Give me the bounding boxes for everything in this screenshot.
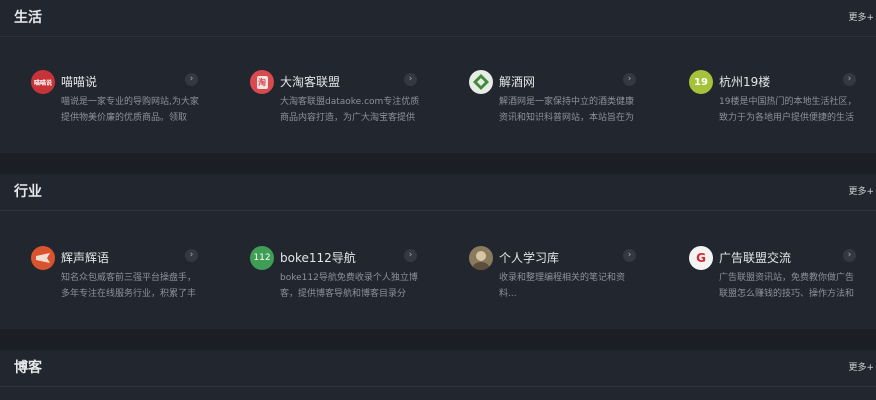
site-card[interactable]: 辉声辉语 › 知名众包威客前三强平台操盘手，多年专注在线服务行业，积累了丰富..… [31,246,203,316]
chevron-right-icon[interactable]: › [404,73,417,86]
site-description: 大淘客联盟dataoke.com专注优质商品内容打造，为广大淘宝客提供精... [280,97,420,123]
19lou-logo: 19 [689,70,713,94]
chevron-right-icon[interactable]: › [623,249,636,262]
huisheng-logo [31,246,55,270]
more-link[interactable]: 更多+ [848,184,874,197]
chevron-right-icon[interactable]: › [623,73,636,86]
site-name: 杭州19楼 [719,75,771,89]
section-title: 生活 [14,10,42,26]
divider [0,210,876,211]
site-description: 喵说是一家专业的导购网站,为大家提供物美价廉的优质商品。领取优... [61,97,199,123]
site-card[interactable]: 解酒网 › 解酒网是一家保持中立的酒类健康资讯和知识科普网站，本站旨在为大... [469,70,641,140]
site-description: 19楼是中国热门的本地生活社区，致力于为各地用户提供便捷的生活交... [719,97,857,123]
dataoke-logo: 淘 [250,70,274,94]
section-title: 行业 [14,184,42,200]
site-description: boke112导航免费收录个人独立博客，提供博客导航和博客目录分类... [280,273,418,299]
site-description: 广告联盟资讯站，免费教你做广告联盟怎么赚钱的技巧、操作方法和感... [719,273,855,299]
guanggao-logo: G [689,246,713,270]
site-card[interactable]: 喵喵说 喵喵说 › 喵说是一家专业的导购网站,为大家提供物美价廉的优质商品。领取… [31,70,203,140]
site-name: 个人学习库 [499,251,560,265]
site-card[interactable]: G 广告联盟交流 › 广告联盟资讯站，免费教你做广告联盟怎么赚钱的技巧、操作方法… [689,246,861,316]
site-card[interactable]: 淘 大淘客联盟 › 大淘客联盟dataoke.com专注优质商品内容打造，为广大… [250,70,422,140]
more-link[interactable]: 更多+ [848,10,874,23]
site-name: 喵喵说 [61,75,98,89]
site-card[interactable]: 个人学习库 › 收录和整理编程相关的笔记和资料... [469,246,641,316]
site-name: 辉声辉语 [61,251,110,265]
section-shenghuo: 生活 更多+ 喵喵说 喵喵说 › 喵说是一家专业的导购网站,为大家提供物美价廉的… [0,0,876,153]
chevron-right-icon[interactable]: › [185,73,198,86]
site-name: 大淘客联盟 [280,75,341,89]
site-description: 解酒网是一家保持中立的酒类健康资讯和知识科普网站，本站旨在为大... [499,97,635,123]
chevron-right-icon[interactable]: › [185,249,198,262]
more-link[interactable]: 更多+ [848,360,874,373]
section-hangye: 行业 更多+ 辉声辉语 › 知名众包威客前三强平台操盘手，多年专注在线服务行业，… [0,174,876,329]
jiejiu-logo [469,70,493,94]
chevron-right-icon[interactable]: › [404,249,417,262]
chevron-right-icon[interactable]: › [843,73,856,86]
site-description: 收录和整理编程相关的笔记和资料... [499,273,626,299]
section-title: 博客 [14,360,42,376]
site-card[interactable]: 112 boke112导航 › boke112导航免费收录个人独立博客，提供博客… [250,246,422,316]
xuexiku-avatar [469,246,493,270]
site-name: 广告联盟交流 [719,251,792,265]
divider [0,386,876,387]
site-description: 知名众包威客前三强平台操盘手，多年专注在线服务行业，积累了丰富... [61,273,197,299]
miaomiaoshuo-logo: 喵喵说 [31,70,55,94]
section-boke: 博客 更多+ [0,350,876,400]
site-card[interactable]: 19 杭州19楼 › 19楼是中国热门的本地生活社区，致力于为各地用户提供便捷的… [689,70,861,140]
divider [0,36,876,37]
boke112-logo: 112 [250,246,274,270]
section-header: 博客 更多+ [0,350,876,386]
section-header: 生活 更多+ [0,0,876,36]
chevron-right-icon[interactable]: › [843,249,856,262]
site-name: boke112导航 [280,251,356,265]
section-header: 行业 更多+ [0,174,876,210]
site-name: 解酒网 [499,75,536,89]
